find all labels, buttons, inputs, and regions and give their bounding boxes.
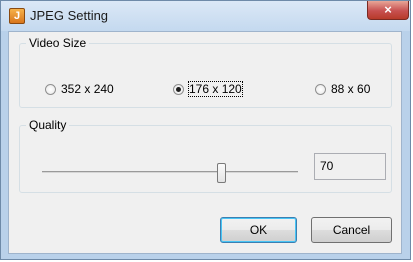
radio-button-352x240[interactable] — [45, 84, 56, 95]
jpeg-setting-dialog: J JPEG Setting × Video Size 352 x 240 17… — [0, 0, 411, 260]
radio-label-352x240: 352 x 240 — [61, 82, 114, 96]
close-icon: × — [384, 2, 392, 17]
quality-legend: Quality — [26, 118, 70, 132]
title-bar[interactable]: J JPEG Setting × — [1, 1, 410, 31]
radio-label-88x60: 88 x 60 — [331, 82, 371, 96]
cancel-button[interactable]: Cancel — [311, 217, 392, 243]
radio-label-176x120: 176 x 120 — [188, 81, 243, 97]
close-button[interactable]: × — [367, 1, 409, 20]
video-size-group: Video Size 352 x 240 176 x 120 88 x 60 — [19, 36, 392, 108]
quality-value-field[interactable]: 70 — [314, 153, 386, 180]
app-icon: J — [9, 8, 25, 24]
radio-button-88x60[interactable] — [315, 84, 326, 95]
video-size-legend: Video Size — [26, 36, 90, 50]
window-title: JPEG Setting — [30, 8, 109, 23]
radio-button-176x120[interactable] — [173, 84, 184, 95]
dialog-client-area: Video Size 352 x 240 176 x 120 88 x 60 Q… — [8, 31, 402, 254]
quality-slider-thumb[interactable] — [216, 163, 226, 183]
quality-slider-track[interactable] — [42, 171, 298, 173]
ok-button[interactable]: OK — [220, 217, 297, 243]
